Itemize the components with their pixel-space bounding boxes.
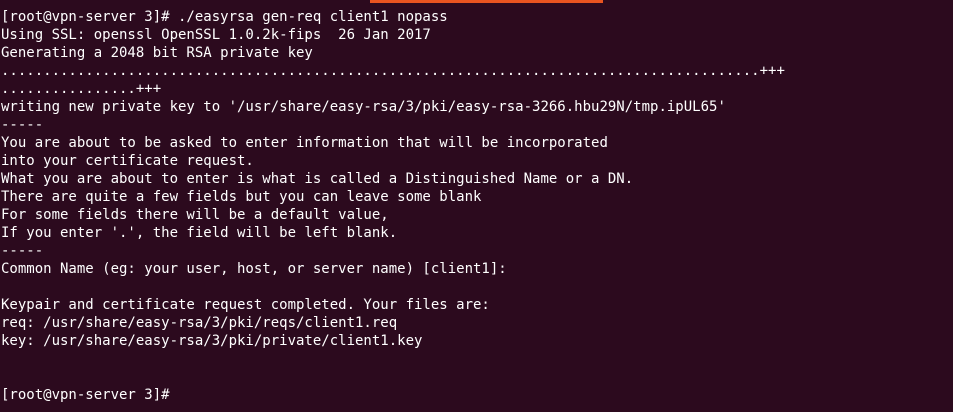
command-line: [root@vpn-server 3]# ./easyrsa gen-req c…	[1, 9, 448, 25]
output-line: key: /usr/share/easy-rsa/3/pki/private/c…	[1, 333, 423, 349]
output-line: into your certificate request.	[1, 153, 254, 169]
output-line: Keypair and certificate request complete…	[1, 297, 490, 313]
output-line: There are quite a few fields but you can…	[1, 189, 482, 205]
output-line: req: /usr/share/easy-rsa/3/pki/reqs/clie…	[1, 315, 398, 331]
output-line: For some fields there will be a default …	[1, 207, 389, 223]
output-line: Generating a 2048 bit RSA private key	[1, 45, 313, 61]
output-line: -----	[1, 243, 44, 259]
output-line: -----	[1, 117, 44, 133]
terminal-output: [root@vpn-server 3]# ./easyrsa gen-req c…	[1, 8, 953, 404]
output-line: writing new private key to '/usr/share/e…	[1, 99, 726, 115]
output-line: Common Name (eg: your user, host, or ser…	[1, 261, 507, 277]
output-line: Using SSL: openssl OpenSSL 1.0.2k-fips 2…	[1, 27, 431, 43]
output-line: If you enter '.', the field will be left…	[1, 225, 398, 241]
output-line: You are about to be asked to enter infor…	[1, 135, 608, 151]
output-line: ................+++	[1, 81, 162, 97]
output-line: What you are about to enter is what is c…	[1, 171, 634, 187]
output-line: ........................................…	[1, 63, 785, 79]
terminal-window[interactable]: [root@vpn-server 3]# ./easyrsa gen-req c…	[0, 0, 953, 412]
active-tab-indicator	[370, 0, 603, 3]
shell-prompt[interactable]: [root@vpn-server 3]#	[1, 386, 953, 404]
